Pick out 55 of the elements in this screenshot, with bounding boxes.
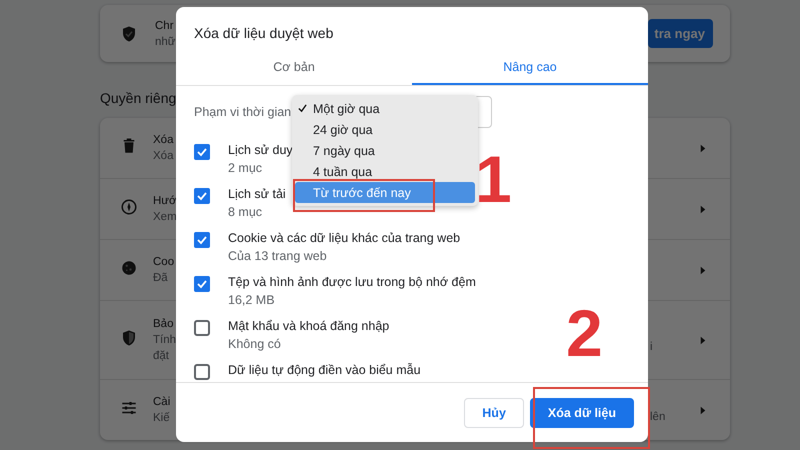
item-label: Cookie và các dữ liệu khác của trang web xyxy=(228,231,460,245)
item-label: Tệp và hình ảnh được lưu trong bộ nhớ đệm xyxy=(228,275,476,289)
tab[interactable]: Cơ bản xyxy=(176,51,412,85)
card-text: Chr xyxy=(155,20,174,32)
checkbox[interactable] xyxy=(194,364,210,380)
time-range-label: Phạm vi thời gian xyxy=(194,105,292,119)
step-number: 1 xyxy=(475,146,512,212)
expand-arrow-icon[interactable] xyxy=(700,406,706,414)
setting-text: i xyxy=(650,341,653,353)
setting-text: đặt xyxy=(153,350,169,362)
tab[interactable]: Nâng cao xyxy=(412,51,648,85)
dialog-title: Xóa dữ liệu duyệt web xyxy=(193,24,334,43)
item-label: Lịch sử duy xyxy=(228,143,293,157)
setting-text: Đã xyxy=(153,272,168,284)
expand-arrow-icon[interactable] xyxy=(700,266,706,274)
item-label: Dữ liệu tự động điền vào biểu mẫu xyxy=(228,363,421,377)
menu-option[interactable]: Từ trước đến nay xyxy=(295,182,475,203)
item-detail: Không có xyxy=(228,337,281,351)
checkbox[interactable] xyxy=(194,276,210,292)
setting-text: Xóa xyxy=(153,150,174,162)
checkbox[interactable] xyxy=(194,188,210,204)
setting-text: Kiế xyxy=(153,412,170,424)
expand-arrow-icon[interactable] xyxy=(700,336,706,344)
shield-check-icon xyxy=(120,24,138,42)
checkbox[interactable] xyxy=(194,144,210,160)
shield-icon xyxy=(120,328,138,346)
cookie-icon xyxy=(120,258,138,276)
item-label: Mật khẩu và khoá đăng nhập xyxy=(228,319,390,333)
item-detail: 16,2 MB xyxy=(228,293,275,307)
checkbox[interactable] xyxy=(194,232,210,248)
menu-option[interactable]: 24 giờ qua xyxy=(295,119,475,140)
setting-text: Bảo xyxy=(153,318,174,330)
card-text: nhữ xyxy=(155,36,176,48)
expand-arrow-icon[interactable] xyxy=(700,144,706,152)
setting-text: Coo xyxy=(153,256,174,268)
item-label: Lịch sử tải xyxy=(228,187,286,201)
setting-text: Hướ xyxy=(153,195,177,207)
section-title: Quyền riêng xyxy=(100,90,178,106)
setting-text: Tính xyxy=(153,334,176,346)
compass-icon xyxy=(120,198,138,216)
checkbox[interactable] xyxy=(194,320,210,336)
item-detail: 8 mục xyxy=(228,205,262,219)
setting-text: lên xyxy=(650,411,666,423)
clear-data-button[interactable]: Xóa dữ liệu xyxy=(530,398,634,428)
menu-option[interactable]: Một giờ qua xyxy=(295,98,475,119)
menu-option[interactable]: 4 tuần qua xyxy=(295,161,475,182)
expand-arrow-icon[interactable] xyxy=(700,204,706,214)
cancel-button[interactable]: Hủy xyxy=(464,398,524,428)
menu-option[interactable]: 7 ngày qua xyxy=(295,140,475,161)
item-detail: Của 13 trang web xyxy=(228,249,327,263)
setting-text: Cài xyxy=(153,396,170,408)
setting-text: Xem xyxy=(153,211,177,223)
item-detail: 2 mục xyxy=(228,161,262,175)
step-number: 2 xyxy=(566,300,603,366)
setting-text: Xóa xyxy=(153,134,174,146)
